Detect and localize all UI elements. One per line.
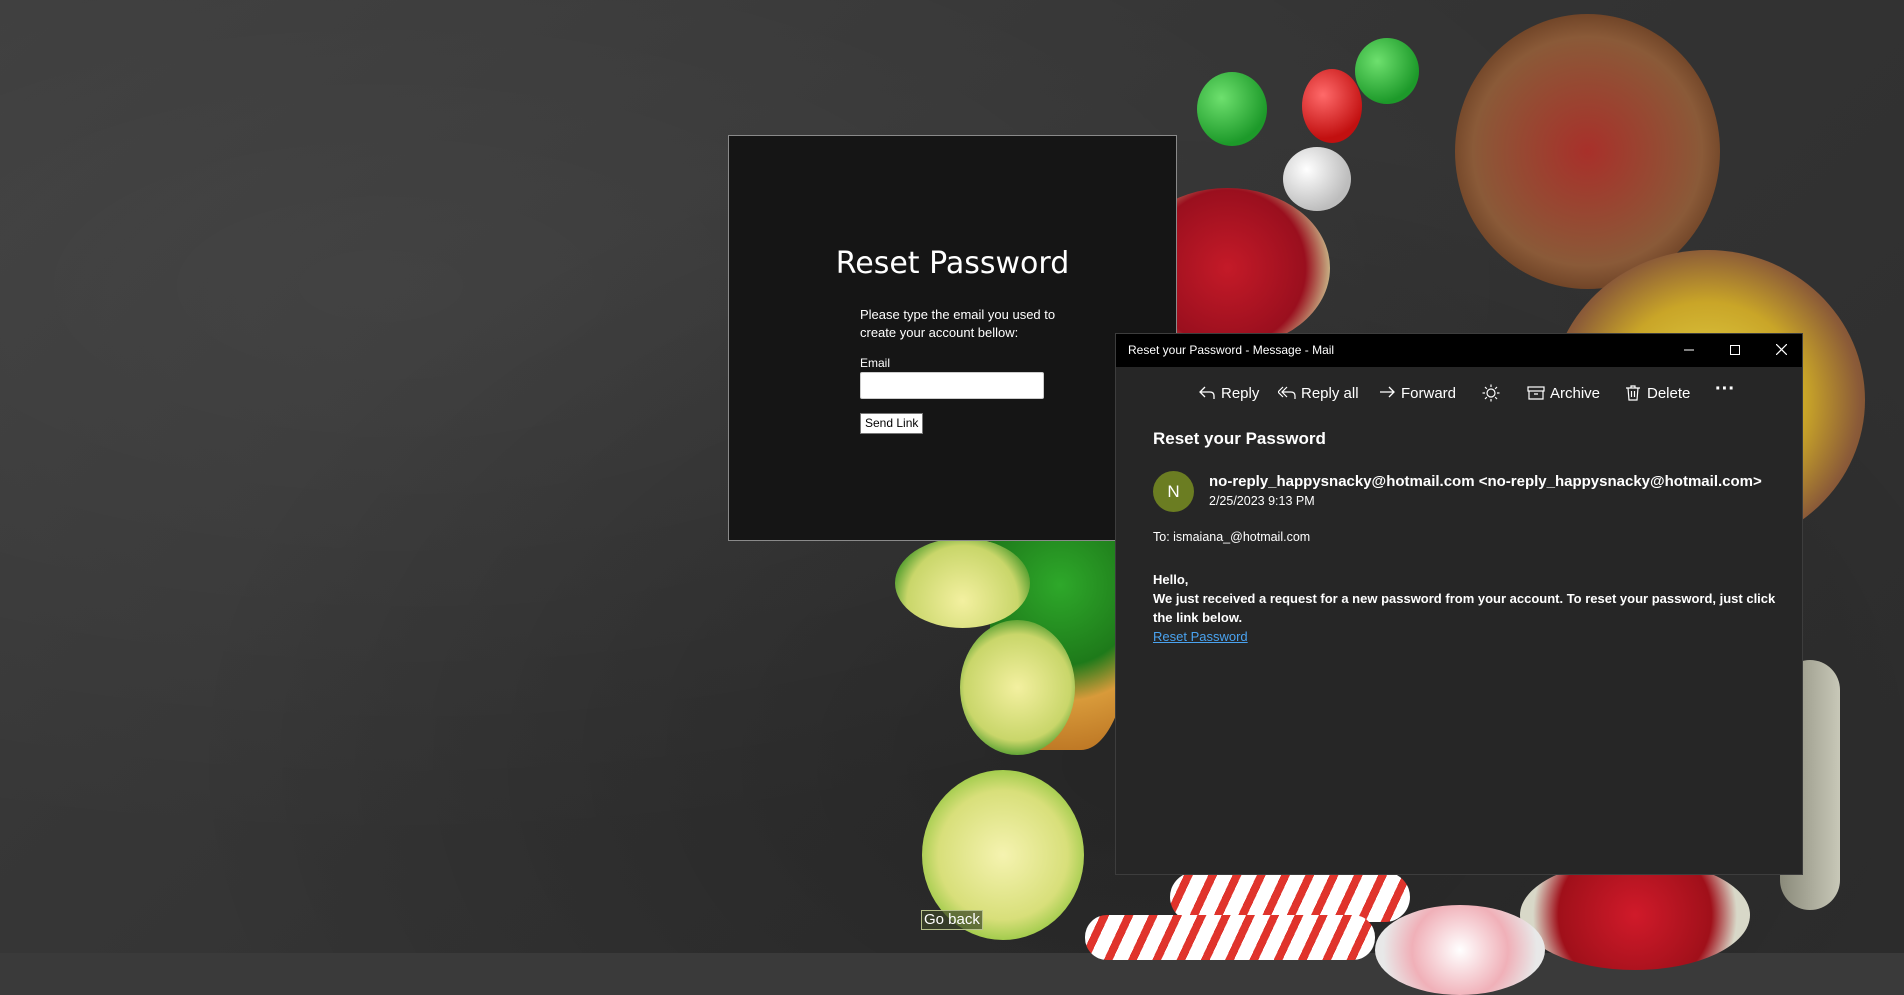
- message-date: 2/25/2023 9:13 PM: [1209, 494, 1315, 508]
- reply-all-label: Reply all: [1301, 384, 1359, 402]
- email-input[interactable]: [860, 372, 1044, 399]
- message-recipient: To: ismaiana_@hotmail.com: [1153, 530, 1311, 544]
- candy-white-decoration: [1283, 147, 1351, 211]
- archive-label: Archive: [1550, 384, 1601, 402]
- candy-bowl-decoration: [1455, 14, 1720, 289]
- lime-slice-decoration: [895, 538, 1030, 628]
- maximize-icon[interactable]: [1712, 334, 1758, 367]
- reset-password-link[interactable]: Reset Password: [1153, 629, 1248, 644]
- candy-green-decoration: [1355, 38, 1419, 104]
- minimize-icon[interactable]: [1666, 334, 1712, 367]
- reply-all-icon: [1278, 386, 1296, 399]
- archive-icon: [1527, 386, 1545, 400]
- candy-green-decoration: [1197, 72, 1267, 146]
- mail-window: Reset your Password - Message - Mail Rep…: [1115, 333, 1803, 875]
- lime-slice-decoration: [960, 620, 1075, 755]
- sun-icon: [1482, 384, 1500, 402]
- go-back-link[interactable]: Go back: [921, 910, 983, 930]
- forward-button[interactable]: Forward: [1378, 384, 1456, 402]
- reply-all-button[interactable]: Reply all: [1278, 384, 1359, 402]
- close-icon[interactable]: [1758, 334, 1804, 367]
- mail-titlebar: Reset your Password - Message - Mail: [1116, 334, 1802, 367]
- send-link-button[interactable]: Send Link: [860, 413, 924, 434]
- message-body: Hello, We just received a request for a …: [1153, 570, 1778, 627]
- body-paragraph: We just received a request for a new pas…: [1153, 591, 1776, 625]
- delete-label: Delete: [1647, 384, 1691, 402]
- more-actions-button[interactable]: ···: [1715, 378, 1735, 401]
- marshmallow-bowl-decoration: [1375, 905, 1545, 995]
- reply-icon: [1199, 386, 1215, 399]
- body-greeting: Hello,: [1153, 572, 1189, 587]
- candy-stick-decoration: [1085, 915, 1375, 960]
- reset-password-card: Reset Password Please type the email you…: [728, 135, 1177, 541]
- message-subject: Reset your Password: [1153, 429, 1326, 448]
- trash-icon: [1626, 385, 1640, 401]
- mail-window-title: Reset your Password - Message - Mail: [1128, 343, 1335, 357]
- email-label: Email: [860, 356, 891, 370]
- mail-toolbar: Reply Reply all Forward Archive Delete ·…: [1116, 367, 1802, 417]
- reset-password-description: Please type the email you used to create…: [860, 307, 1056, 340]
- sender-avatar: N: [1153, 471, 1194, 512]
- candy-red-decoration: [1302, 69, 1362, 143]
- sender-address[interactable]: no-reply_happysnacky@hotmail.com <no-rep…: [1209, 473, 1762, 490]
- theme-toggle-button[interactable]: [1482, 384, 1500, 402]
- forward-label: Forward: [1401, 384, 1457, 402]
- more-icon: ···: [1715, 378, 1735, 400]
- forward-icon: [1380, 386, 1395, 398]
- reset-password-title: Reset Password: [835, 246, 1070, 281]
- archive-button[interactable]: Archive: [1527, 384, 1600, 402]
- reply-button[interactable]: Reply: [1198, 384, 1259, 402]
- strawberry-bowl-decoration: [1520, 860, 1750, 970]
- delete-button[interactable]: Delete: [1624, 384, 1690, 402]
- reply-label: Reply: [1221, 384, 1260, 402]
